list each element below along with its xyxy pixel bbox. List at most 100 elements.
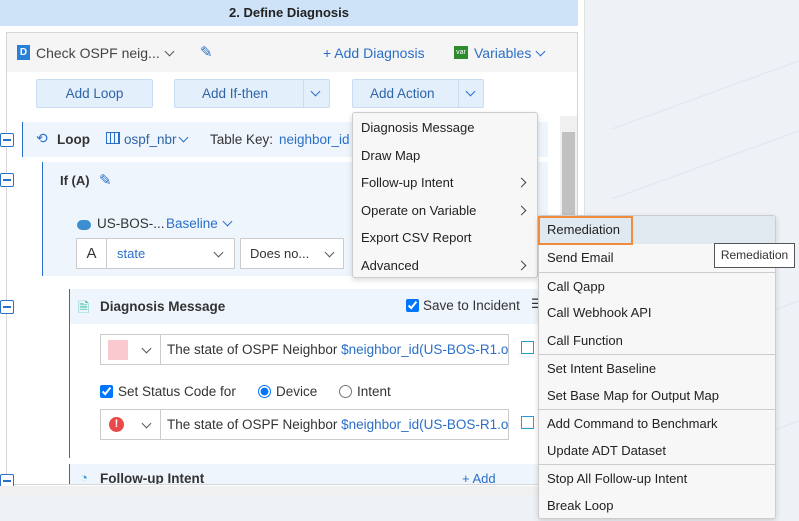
chevron-down-icon — [324, 247, 335, 258]
chevron-down-icon — [141, 418, 152, 429]
document-icon: 🗎 — [78, 299, 90, 315]
set-status-code-checkbox[interactable]: Set Status Code for — [100, 384, 236, 399]
label: Advanced — [361, 257, 419, 273]
scrollbar-thumb[interactable] — [562, 132, 575, 222]
menu-item-call-function[interactable]: Call Function — [539, 327, 775, 355]
collapse-loop-button[interactable] — [0, 133, 14, 147]
condition-letter: A — [76, 238, 107, 269]
label: Operate on Variable — [361, 202, 477, 218]
diagnosis-selector[interactable]: Check OSPF neig... — [36, 45, 175, 61]
field-value: state — [117, 246, 146, 261]
tooltip: Remediation — [714, 243, 795, 268]
table-key-value[interactable]: neighbor_id — [279, 132, 354, 147]
chevron-down-icon — [213, 247, 224, 258]
menu-item-break-loop[interactable]: Break Loop — [539, 492, 775, 520]
menu-item-advanced[interactable]: Advanced — [353, 252, 537, 280]
variables-dropdown[interactable]: Variables — [474, 45, 546, 61]
intent-radio[interactable]: Intent — [339, 384, 391, 399]
baseline-dropdown[interactable]: Baseline — [166, 216, 233, 231]
field-select[interactable]: state — [106, 238, 235, 269]
status-select[interactable]: ! — [100, 409, 161, 440]
message-input[interactable]: The state of OSPF Neighbor $neighbor_id(… — [160, 334, 509, 365]
menu-item-follow-up-intent[interactable]: Follow-up Intent — [353, 169, 537, 197]
status-variable: $neighbor_id(US-BOS-R1.os — [341, 417, 509, 432]
menu-item-operate-on-variable[interactable]: Operate on Variable — [353, 197, 537, 225]
operator-select[interactable]: Does no... — [240, 238, 344, 269]
baseline-label: Baseline — [166, 216, 218, 231]
message-variable: $neighbor_id(US-BOS-R1.os — [341, 342, 509, 357]
menu-item-stop-all-follow-up-intent[interactable]: Stop All Follow-up Intent — [539, 464, 775, 492]
chevron-right-icon — [516, 260, 527, 270]
operator-value: Does no... — [250, 246, 310, 261]
device-label: Device — [276, 384, 318, 399]
menu-item-set-intent-baseline[interactable]: Set Intent Baseline — [539, 354, 775, 382]
if-label: If (A) — [60, 173, 90, 188]
status-message-input[interactable]: The state of OSPF Neighbor $neighbor_id(… — [160, 409, 509, 440]
chevron-down-icon — [310, 86, 321, 97]
variables-icon: var — [454, 46, 468, 59]
menu-item-call-webhook-api[interactable]: Call Webhook API — [539, 299, 775, 327]
variables-label: Variables — [474, 45, 532, 61]
diagnosis-message-title: Diagnosis Message — [100, 299, 226, 314]
loop-label: Loop — [57, 132, 90, 147]
menu-item-update-adt-dataset[interactable]: Update ADT Dataset — [539, 437, 775, 465]
table-selector[interactable]: ospf_nbr — [124, 132, 188, 147]
add-action-dropdown[interactable] — [458, 80, 484, 107]
error-icon: ! — [109, 417, 124, 432]
loop-icon: ⟲ — [36, 130, 48, 146]
chevron-down-icon — [535, 46, 546, 57]
chevron-right-icon — [516, 205, 527, 215]
chevron-down-icon — [222, 216, 233, 227]
menu-item-diagnosis-message[interactable]: Diagnosis Message — [353, 114, 537, 142]
color-select[interactable] — [100, 334, 161, 365]
open-editor-icon[interactable] — [521, 416, 534, 429]
table-name: ospf_nbr — [124, 132, 177, 147]
add-loop-button[interactable]: Add Loop — [36, 79, 153, 108]
set-status-label: Set Status Code for — [118, 384, 236, 399]
device-radio[interactable]: Device — [258, 384, 317, 399]
collapse-if-button[interactable] — [0, 173, 14, 187]
edit-icon[interactable]: ✎ — [99, 171, 112, 189]
followup-icon: ◔ — [80, 470, 88, 484]
edit-icon[interactable]: ✎ — [200, 43, 213, 61]
add-action-menu: Diagnosis Message Draw Map Follow-up Int… — [352, 112, 538, 278]
checkbox[interactable] — [100, 385, 113, 398]
chevron-down-icon — [178, 132, 188, 143]
add-if-then-label: Add If-then — [202, 86, 269, 101]
diagnosis-icon: D — [17, 45, 30, 60]
table-key-label: Table Key: — [210, 132, 274, 147]
menu-item-draw-map[interactable]: Draw Map — [353, 142, 537, 170]
chevron-down-icon — [164, 46, 175, 57]
menu-item-set-base-map[interactable]: Set Base Map for Output Map — [539, 382, 775, 410]
collapse-diagnosis-message-button[interactable] — [0, 300, 14, 314]
followup-header: ◔ Follow-up Intent + Add — [69, 464, 548, 484]
menu-item-add-command-to-benchmark[interactable]: Add Command to Benchmark — [539, 409, 775, 437]
device-name: US-BOS-... — [97, 216, 165, 231]
chevron-down-icon — [141, 343, 152, 354]
status-text: The state of OSPF Neighbor — [167, 417, 342, 432]
message-text: The state of OSPF Neighbor — [167, 342, 342, 357]
table-icon — [106, 132, 120, 144]
add-diagnosis-button[interactable]: + Add Diagnosis — [323, 45, 425, 61]
device-icon — [77, 220, 91, 230]
save-to-incident-checkbox[interactable]: Save to Incident — [406, 298, 520, 313]
followup-add-button[interactable]: + Add — [462, 471, 496, 484]
label: Follow-up Intent — [361, 175, 454, 190]
chevron-down-icon — [465, 86, 476, 97]
radio[interactable] — [339, 385, 352, 398]
remediation-highlight — [538, 216, 633, 245]
diagnosis-name: Check OSPF neig... — [36, 45, 160, 61]
open-editor-icon[interactable] — [521, 341, 534, 354]
section-header: 2. Define Diagnosis — [0, 0, 578, 26]
menu-item-export-csv-report[interactable]: Export CSV Report — [353, 224, 537, 252]
add-action-label: Add Action — [370, 86, 435, 101]
add-action-button[interactable]: Add Action — [352, 79, 484, 108]
menu-item-call-qapp[interactable]: Call Qapp — [539, 271, 775, 300]
radio[interactable] — [258, 385, 271, 398]
add-if-then-dropdown[interactable] — [303, 80, 329, 107]
checkbox[interactable] — [406, 299, 419, 312]
save-to-incident-label: Save to Incident — [423, 298, 520, 313]
color-swatch — [108, 340, 128, 360]
add-if-then-button[interactable]: Add If-then — [174, 79, 330, 108]
footer-bar — [0, 486, 585, 495]
